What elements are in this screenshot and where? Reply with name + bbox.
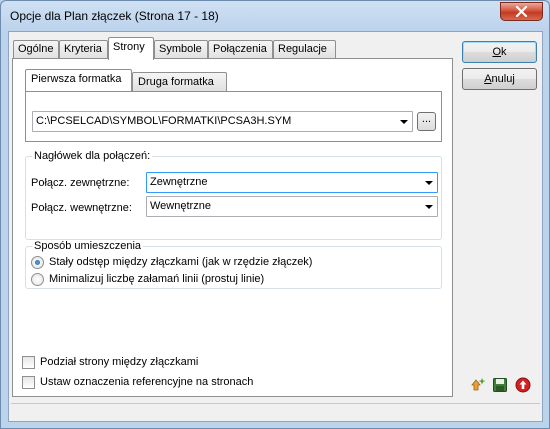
dialog-window: Opcje dla Plan złączek (Strona 17 - 18) … [0,0,550,429]
formatka-path-combo[interactable]: C:\PCSELCAD\SYMBOL\FORMATKI\PCSA3H.SYM [32,111,413,132]
header-group-title: Nagłówek dla połączeń: [32,150,153,162]
status-bar [11,403,540,419]
tab-pierwsza-formatka[interactable]: Pierwsza formatka [25,69,132,91]
close-button[interactable] [500,2,543,21]
tab-label: Regulacje [278,43,327,55]
title-bar[interactable]: Opcje dla Plan złączek (Strona 17 - 18) [1,1,549,31]
formatka-path-value: C:\PCSELCAD\SYMBOL\FORMATKI\PCSA3H.SYM [36,115,292,127]
save-icon[interactable] [492,377,508,393]
external-label: Połącz. zewnętrzne: [31,177,130,189]
ok-button[interactable]: Ok [462,41,537,63]
formatka-panel: C:\PCSELCAD\SYMBOL\FORMATKI\PCSA3H.SYM .… [25,91,442,142]
ok-accel: O [492,46,502,58]
subtab-label: Pierwsza formatka [31,73,122,85]
tab-kryteria[interactable]: Kryteria [59,40,108,59]
tab-polaczenia[interactable]: Połączenia [208,40,273,59]
upload-icon[interactable] [515,377,531,393]
checkbox-label: Ustaw oznaczenia referencyjne na stronac… [40,376,254,388]
checkbox[interactable] [22,356,35,369]
tab-label: Kryteria [64,43,102,55]
strony-tab-panel: Pierwsza formatka Druga formatka C:\PCSE… [12,58,453,397]
dialog-client-area: Ogólne Kryteria Strony Symbole Połączeni… [8,31,543,422]
chevron-down-icon [425,181,433,185]
radio-label: Stały odstęp między złączkami (jak w rzę… [49,256,313,268]
tab-label: Połączenia [213,43,267,55]
chevron-down-icon [425,205,433,209]
internal-header-combo[interactable]: Wewnętrzne [146,196,438,217]
tab-label: Symbole [159,43,202,55]
subtab-label: Druga formatka [138,76,214,88]
tab-label: Ogólne [18,43,54,55]
checkbox-label: Podział strony między złączkami [40,356,199,368]
cancel-button[interactable]: Anuluj [462,68,537,90]
tab-symbole[interactable]: Symbole [154,40,208,59]
header-group: Nagłówek dla połączeń: Połącz. zewnętrzn… [25,150,442,240]
window-title: Opcje dla Plan złączek (Strona 17 - 18) [10,9,219,23]
ok-label: k [501,46,507,58]
chevron-down-icon [400,120,408,124]
radio-button-checked[interactable] [31,256,44,269]
internal-header-value: Wewnętrzne [150,200,211,212]
cancel-accel: A [484,73,492,85]
tab-ogolne[interactable]: Ogólne [13,40,59,59]
internal-label: Połącz. wewnętrzne: [31,202,132,214]
tab-regulacje[interactable]: Regulacje [273,40,336,59]
checkbox[interactable] [22,376,35,389]
cancel-label: nuluj [491,73,515,85]
browse-button[interactable]: ... [417,112,436,131]
radio-label: Minimalizuj liczbę załamań linii (prostu… [49,273,265,285]
placement-group: Sposób umieszczenia Stały odstęp między … [25,240,442,289]
tab-label: Strony [113,41,145,53]
tab-druga-formatka[interactable]: Druga formatka [132,72,227,91]
export-icon[interactable] [471,376,487,392]
external-header-value: Zewnętrzne [150,176,208,188]
placement-group-title: Sposób umieszczenia [32,240,144,252]
tab-strony[interactable]: Strony [108,37,154,60]
external-header-combo[interactable]: Zewnętrzne [146,172,438,193]
radio-button[interactable] [31,273,44,286]
close-icon [515,6,528,17]
